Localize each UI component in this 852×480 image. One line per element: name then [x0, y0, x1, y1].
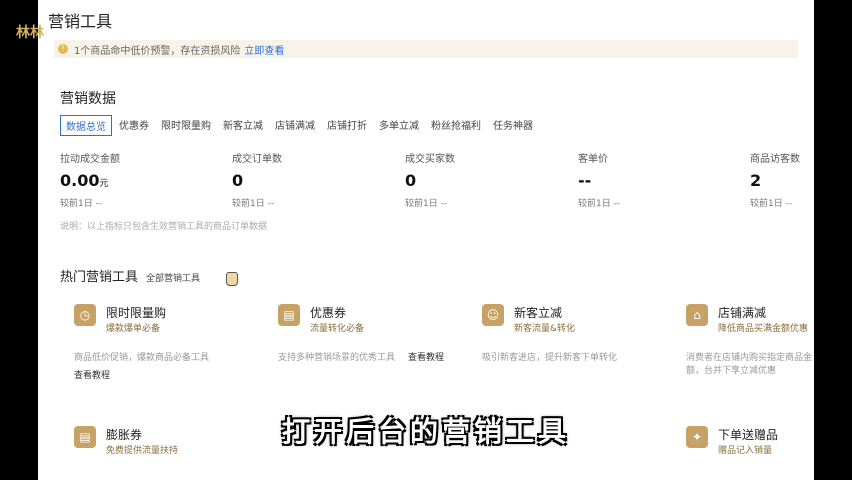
- tab-store-sale[interactable]: 店铺打折: [322, 115, 372, 136]
- tool-desc: 支持多种营销场景的优秀工具: [278, 353, 396, 363]
- tool-desc: 吸引新客进店，提升新客下单转化: [482, 353, 618, 363]
- data-tabs: 数据总览 优惠券 限时限量购 新客立减 店铺满减 店铺打折 多单立减 粉丝抢福利…: [60, 115, 540, 136]
- metric-compare: 较前1日 --: [750, 199, 793, 209]
- metric-label: 拉动成交金额: [60, 154, 120, 165]
- tool-desc: 商品低价促销，爆款商品必备工具: [74, 353, 210, 363]
- metric-visitors: 商品访客数 2 较前1日 --: [750, 150, 810, 209]
- tutorial-link[interactable]: 查看教程: [408, 350, 444, 363]
- metric-value: 0: [232, 171, 244, 190]
- tab-coupon[interactable]: 优惠券: [114, 115, 154, 136]
- coupon-icon: ▤: [278, 304, 300, 326]
- tool-name: 限时限量购: [106, 306, 167, 320]
- tab-task-tool[interactable]: 任务神器: [488, 115, 538, 136]
- metric-value: --: [578, 171, 592, 190]
- metric-avg-price: 客单价 -- 较前1日 --: [578, 150, 728, 209]
- marketing-tools-page: 营销工具 ! 1个商品命中低价预警，存在资损风险 立即查看 营销数据 数据总览 …: [38, 0, 814, 480]
- metric-compare: 较前1日 --: [232, 199, 275, 209]
- tool-desc: 消费者在店铺内购买指定商品金额，台并下享立减优惠: [686, 353, 813, 376]
- metric-compare: 较前1日 --: [405, 199, 448, 209]
- tab-store-discount[interactable]: 店铺满减: [270, 115, 320, 136]
- clock-icon: ◷: [74, 304, 96, 326]
- video-subtitle: 打开后台的营销工具: [281, 415, 570, 448]
- risk-notice: ! 1个商品命中低价预警，存在资损风险 立即查看: [54, 40, 798, 58]
- metric-compare: 较前1日 --: [578, 199, 621, 209]
- tool-tag: 爆款爆单必备: [106, 324, 161, 334]
- tab-overview[interactable]: 数据总览: [60, 115, 112, 136]
- page-title: 营销工具: [48, 12, 113, 31]
- metrics-note: 说明：以上指标只包含生效营销工具的商品订单数据: [60, 222, 268, 232]
- tool-name: 新客立减: [514, 306, 563, 320]
- tool-name: 优惠券: [310, 306, 347, 320]
- tab-multi-order[interactable]: 多单立减: [374, 115, 424, 136]
- all-tools-link[interactable]: 全部营销工具: [146, 271, 200, 284]
- marketing-data-title: 营销数据: [60, 91, 116, 107]
- tab-fan-benefits[interactable]: 粉丝抢福利: [426, 115, 486, 136]
- new-user-icon: ☺: [482, 304, 504, 326]
- tool-tag: 新客流量&转化: [514, 324, 576, 334]
- tool-tag: 流量转化必备: [310, 324, 365, 334]
- metric-label: 成交买家数: [405, 154, 455, 165]
- tab-new-customer[interactable]: 新客立减: [218, 115, 268, 136]
- view-now-link[interactable]: 立即查看: [244, 42, 284, 57]
- metric-label: 商品访客数: [750, 154, 800, 165]
- metric-gmv: 拉动成交金额 0.00元 较前1日 --: [60, 150, 210, 209]
- metric-compare: 较前1日 --: [60, 199, 103, 209]
- tutorial-link[interactable]: 查看教程: [74, 368, 110, 381]
- watermark: 林林: [16, 25, 44, 41]
- store-icon: ⌂: [686, 304, 708, 326]
- metric-value: 0.00元: [60, 171, 109, 190]
- hot-tools-header: 热门营销工具 全部营销工具: [60, 266, 200, 285]
- hand-cursor-icon: [226, 272, 238, 286]
- metric-buyers: 成交买家数 0 较前1日 --: [405, 150, 555, 209]
- hot-tools-title: 热门营销工具: [60, 270, 139, 285]
- tool-name: 店铺满减: [718, 306, 767, 320]
- tool-tag: 降低商品买满金额优惠: [718, 324, 809, 334]
- notice-text: 1个商品命中低价预警，存在资损风险: [74, 45, 241, 57]
- metric-value: 0: [405, 171, 417, 190]
- tab-flash-sale[interactable]: 限时限量购: [156, 115, 216, 136]
- warning-icon: !: [58, 44, 68, 54]
- metric-label: 客单价: [578, 154, 608, 165]
- metric-value: 2: [750, 171, 762, 190]
- metric-label: 成交订单数: [232, 154, 282, 165]
- metric-orders: 成交订单数 0 较前1日 --: [232, 150, 382, 209]
